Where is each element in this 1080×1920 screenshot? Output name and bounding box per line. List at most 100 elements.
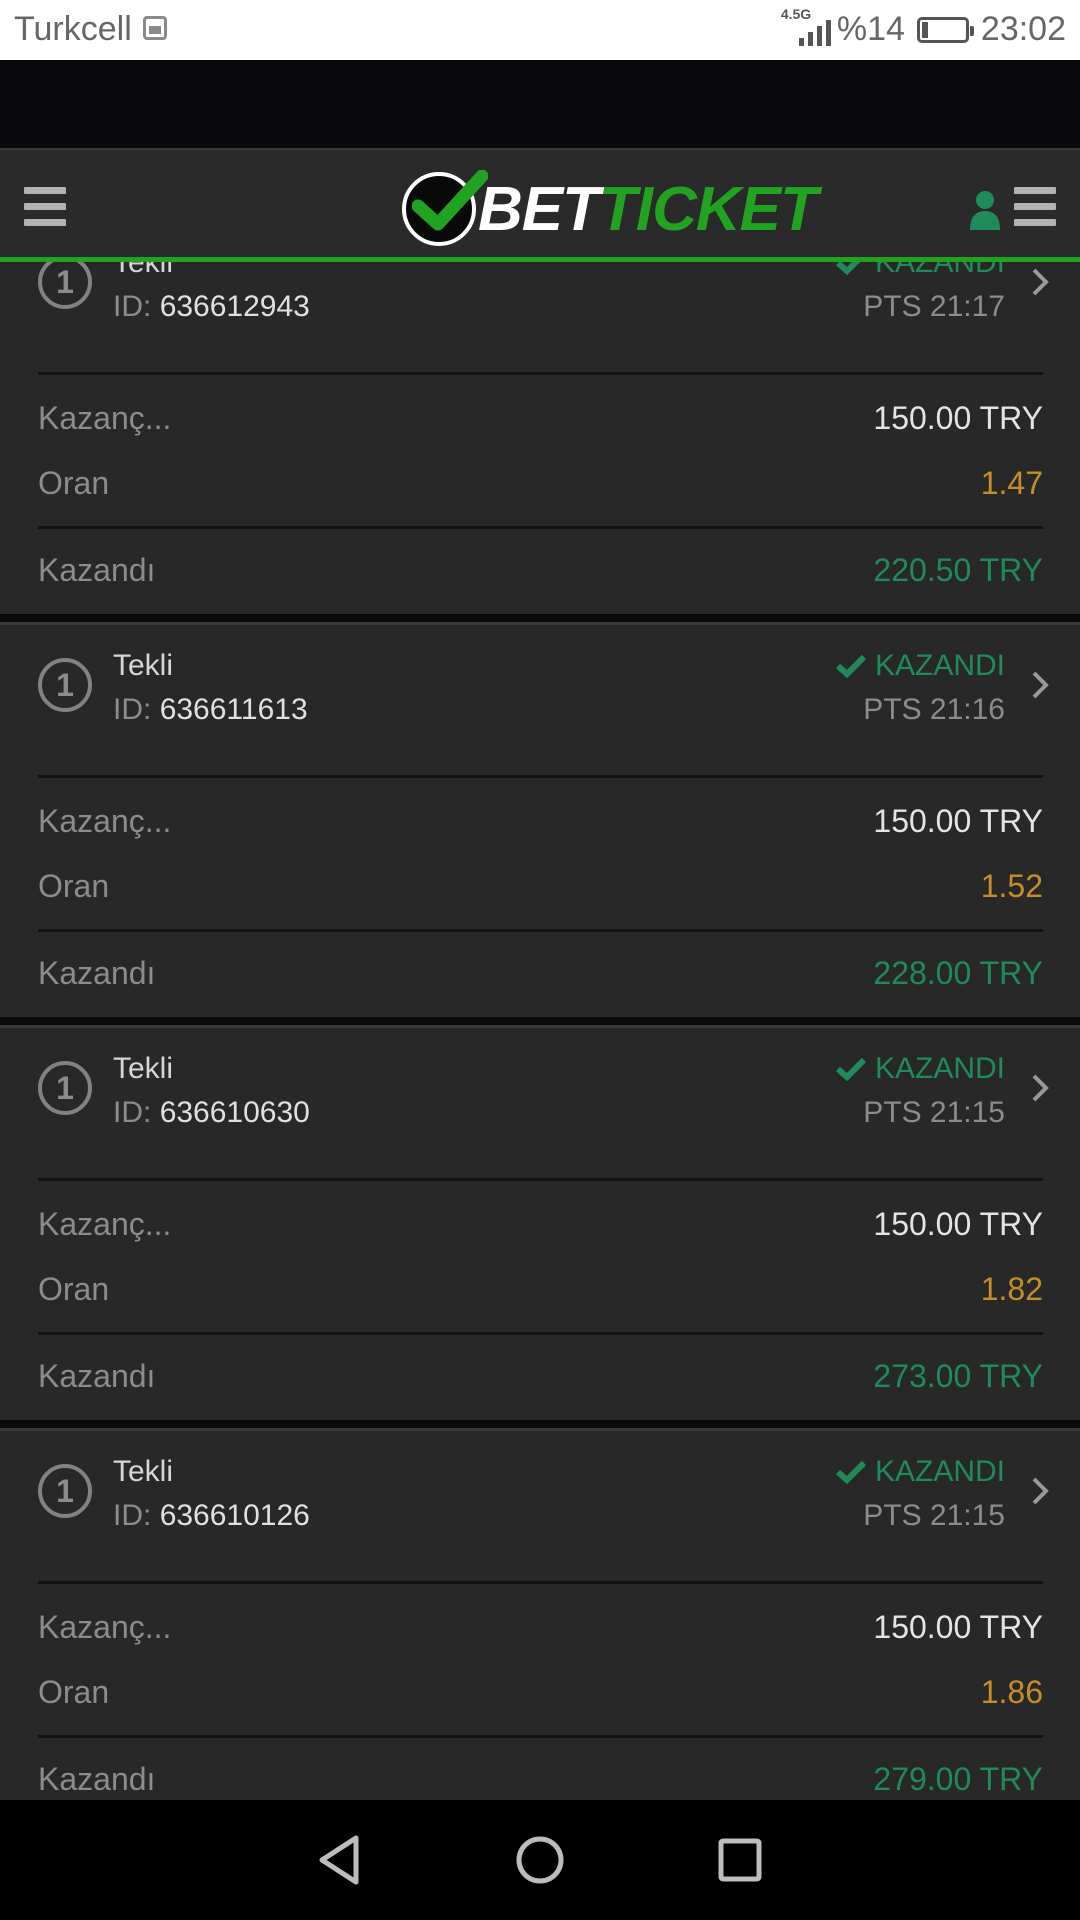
won-value: 279.00 TRY [873, 1761, 1043, 1797]
menu-icon[interactable] [24, 187, 66, 227]
odds-value: 1.86 [980, 1674, 1043, 1710]
bet-time: PTS 21:16 [863, 693, 1005, 726]
bet-id: ID: 636612943 [113, 290, 310, 324]
back-icon[interactable] [316, 1834, 364, 1886]
user-icon[interactable] [968, 190, 1002, 230]
check-icon [835, 654, 867, 678]
battery-icon [916, 16, 974, 43]
bet-id: ID: 636610126 [113, 1499, 310, 1533]
divider [38, 775, 1043, 778]
bet-card[interactable]: 1 Tekli ID: 636612943 KAZANDI PTS 21:17 … [0, 262, 1080, 617]
bet-list[interactable]: 1 Tekli ID: 636612943 KAZANDI PTS 21:17 … [0, 262, 1080, 1800]
bet-card-header[interactable]: 1 Tekli ID: 636611613 KAZANDI PTS 21:16 [0, 625, 1080, 733]
divider [38, 1735, 1043, 1738]
stake-label: Kazanç... [38, 1206, 172, 1242]
odds-value: 1.52 [980, 868, 1043, 904]
battery-percent: %14 [836, 10, 905, 48]
status-text: KAZANDI [874, 649, 1005, 682]
bet-id-label: ID: [113, 290, 152, 323]
divider [38, 1581, 1043, 1584]
status-badge: KAZANDI [835, 1052, 1005, 1086]
image-notification-icon [143, 16, 167, 40]
odds-label: Oran [38, 1271, 110, 1307]
bet-id: ID: 636611613 [113, 693, 308, 727]
odds-label: Oran [38, 465, 110, 501]
divider [38, 526, 1043, 529]
stake-value: 150.00 TRY [873, 1206, 1043, 1242]
odds-value: 1.47 [980, 465, 1043, 501]
bet-card-header[interactable]: 1 Tekli ID: 636610126 KAZANDI PTS 21:15 [0, 1431, 1080, 1539]
app-header: BETTICKET [0, 148, 1080, 262]
status-text: KAZANDI [874, 1455, 1005, 1488]
stake-value: 150.00 TRY [873, 803, 1043, 839]
status-text: KAZANDI [874, 1052, 1005, 1085]
bet-card-header[interactable]: 1 Tekli ID: 636610630 KAZANDI PTS 21:15 [0, 1028, 1080, 1136]
selection-count-badge: 1 [38, 1061, 92, 1115]
bet-id-value: 636611613 [159, 693, 308, 726]
home-icon[interactable] [514, 1834, 566, 1886]
status-bar: Turkcell 4.5G %14 23:02 [0, 0, 1080, 60]
bet-card[interactable]: 1 Tekli ID: 636611613 KAZANDI PTS 21:16 … [0, 625, 1080, 1020]
status-badge: KAZANDI [835, 649, 1005, 683]
odds-label: Oran [38, 1674, 110, 1710]
betticket-logo[interactable]: BETTICKET [402, 170, 818, 248]
logo-text-bet: BET [478, 174, 600, 244]
check-icon [835, 262, 861, 275]
stake-label: Kazanç... [38, 400, 172, 436]
bet-id-label: ID: [113, 1096, 152, 1129]
recents-icon[interactable] [716, 1834, 764, 1886]
check-icon [835, 1460, 867, 1484]
logo-text-ticket: TICKET [599, 174, 818, 244]
won-label: Kazandı [38, 552, 156, 588]
bet-time: PTS 21:17 [863, 290, 1005, 323]
bet-card[interactable]: 1 Tekli ID: 636610126 KAZANDI PTS 21:15 … [0, 1431, 1080, 1800]
bet-id-label: ID: [113, 693, 152, 726]
card-separator [0, 1017, 1080, 1028]
bet-id-label: ID: [113, 1499, 152, 1532]
bet-type: Tekli [113, 1052, 174, 1085]
chevron-right-icon[interactable] [1030, 1475, 1050, 1507]
signal-icon: 4.5G [781, 6, 831, 48]
check-icon [835, 1057, 867, 1081]
won-value: 273.00 TRY [873, 1358, 1043, 1394]
won-value: 228.00 TRY [873, 955, 1043, 991]
status-badge: KAZANDI [835, 1455, 1005, 1489]
carrier-name: Turkcell [14, 10, 132, 48]
stake-value: 150.00 TRY [873, 400, 1043, 436]
clock: 23:02 [980, 10, 1066, 48]
bet-card[interactable]: 1 Tekli ID: 636610630 KAZANDI PTS 21:15 … [0, 1028, 1080, 1423]
card-separator [0, 614, 1080, 625]
bet-id-value: 636610630 [159, 1096, 310, 1129]
bet-type: Tekli [113, 1455, 174, 1488]
stake-label: Kazanç... [38, 1609, 172, 1645]
bet-id: ID: 636610630 [113, 1096, 310, 1130]
browser-band [0, 60, 1080, 148]
stake-value: 150.00 TRY [873, 1609, 1043, 1645]
won-label: Kazandı [38, 1761, 156, 1797]
menu-icon-right[interactable] [1014, 187, 1056, 227]
bet-id-value: 636612943 [159, 290, 310, 323]
won-label: Kazandı [38, 955, 156, 991]
won-label: Kazandı [38, 1358, 156, 1394]
chevron-right-icon[interactable] [1030, 1072, 1050, 1104]
bet-time: PTS 21:15 [863, 1096, 1005, 1129]
chevron-right-icon[interactable] [1030, 669, 1050, 701]
bet-time: PTS 21:15 [863, 1499, 1005, 1532]
bet-type: Tekli [113, 649, 174, 682]
selection-count-badge: 1 [38, 1464, 92, 1518]
card-separator [0, 1420, 1080, 1431]
stake-label: Kazanç... [38, 803, 172, 839]
selection-count-badge: 1 [38, 262, 92, 309]
odds-label: Oran [38, 868, 110, 904]
divider [38, 1332, 1043, 1335]
bet-card-header[interactable]: 1 Tekli ID: 636612943 KAZANDI PTS 21:17 [0, 262, 1080, 330]
chevron-right-icon[interactable] [1030, 266, 1050, 298]
system-nav-bar [0, 1800, 1080, 1920]
status-text: KAZANDI [874, 262, 1005, 279]
divider [38, 929, 1043, 932]
divider [38, 1178, 1043, 1181]
checkmark-logo-icon [402, 170, 488, 246]
selection-count-badge: 1 [38, 658, 92, 712]
won-value: 220.50 TRY [873, 552, 1043, 588]
status-badge: KAZANDI [835, 262, 1005, 280]
